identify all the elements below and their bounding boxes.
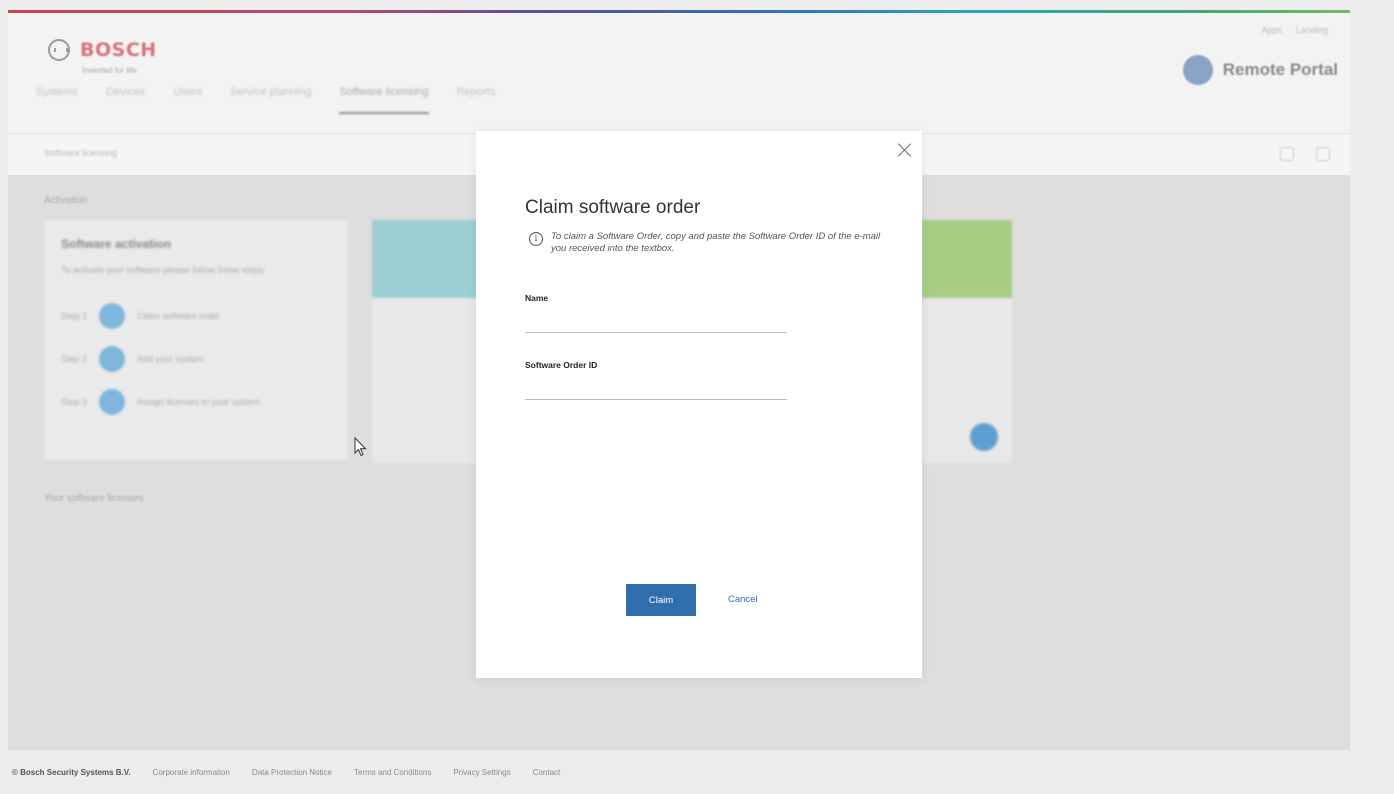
nav-item-users[interactable]: Users: [173, 86, 202, 114]
nav-item-service-planning[interactable]: Service planning: [230, 86, 311, 114]
copyright: © Bosch Security Systems B.V.: [12, 767, 131, 777]
step-label: Step 2: [61, 354, 88, 364]
step-icon: [99, 389, 126, 415]
close-icon[interactable]: [896, 141, 914, 159]
software-order-id-input[interactable]: [525, 378, 787, 400]
activation-card-subtitle: To activate your software please follow …: [61, 265, 267, 275]
name-label: Name: [525, 293, 549, 303]
portal-title: Remote Portal: [1182, 55, 1338, 85]
name-input[interactable]: [525, 311, 787, 333]
nav-item-reports[interactable]: Reports: [457, 86, 496, 114]
assign-license-card[interactable]: [922, 220, 1012, 463]
footer-link-data-protection[interactable]: Data Protection Notice: [252, 768, 332, 777]
bosch-logo[interactable]: BOSCH Invented for life: [48, 39, 157, 75]
step-text: Add your system: [137, 354, 205, 364]
footer-link-contact[interactable]: Contact: [533, 768, 561, 777]
step-text: Claim software order: [137, 311, 221, 321]
nav-item-systems[interactable]: Systems: [36, 86, 78, 114]
footer-link-corporate-information[interactable]: Corporate information: [153, 768, 230, 777]
nav-item-software-licensing[interactable]: Software licensing: [339, 86, 429, 114]
info-icon: i: [529, 232, 543, 246]
claim-order-card[interactable]: [372, 220, 482, 463]
software-order-id-label: Software Order ID: [525, 360, 598, 370]
activation-step[interactable]: Step 1 Claim software order: [61, 303, 220, 329]
step-icon: [99, 303, 126, 329]
search-icon[interactable]: [1316, 147, 1330, 161]
step-label: Step 3: [61, 397, 88, 407]
nav-item-devices[interactable]: Devices: [106, 86, 145, 114]
top-link-apps[interactable]: Apps: [1261, 25, 1282, 35]
brand-name: BOSCH: [80, 39, 157, 61]
info-message: i To claim a Software Order, copy and pa…: [529, 231, 889, 255]
cancel-link[interactable]: Cancel: [728, 594, 758, 605]
top-links: Apps Landing: [1261, 25, 1328, 35]
site-footer: © Bosch Security Systems B.V. Corporate …: [0, 750, 1394, 794]
card-header: [372, 220, 482, 298]
activation-step[interactable]: Step 2 Add your system: [61, 346, 204, 372]
section-title: Activation: [44, 195, 88, 206]
licenses-section-title: Your software licenses: [44, 493, 144, 504]
step-label: Step 1: [61, 311, 88, 321]
footer-link-terms[interactable]: Terms and Conditions: [354, 768, 431, 777]
remote-portal-icon: [1182, 55, 1213, 85]
claim-software-order-dialog: Claim software order i To claim a Softwa…: [476, 131, 922, 678]
step-icon: [99, 346, 126, 372]
activation-step[interactable]: Step 3 Assign licenses to your system: [61, 389, 260, 415]
step-text: Assign licenses to your system: [137, 397, 261, 407]
footer-link-privacy-settings[interactable]: Privacy Settings: [453, 768, 510, 777]
brand-slogan: Invented for life: [82, 66, 137, 75]
toolbar-tools: [1280, 147, 1330, 161]
portal-name: Remote Portal: [1222, 60, 1338, 79]
breadcrumb[interactable]: Software licensing: [44, 148, 117, 158]
claim-button[interactable]: Claim: [626, 584, 696, 616]
activation-card: Software activation To activate your sof…: [44, 220, 348, 460]
top-link-landing[interactable]: Landing: [1296, 25, 1328, 35]
main-nav: Systems Devices Users Service planning S…: [36, 86, 495, 114]
site-header: BOSCH Invented for life Apps Landing Rem…: [8, 13, 1350, 133]
info-text: To claim a Software Order, copy and past…: [551, 231, 881, 254]
dialog-title: Claim software order: [525, 197, 701, 218]
filter-icon[interactable]: [1280, 147, 1294, 161]
card-header: [922, 220, 1012, 298]
bosch-logo-icon: [48, 39, 70, 61]
card-action-button[interactable]: [970, 423, 998, 451]
mouse-cursor-icon: [354, 437, 367, 457]
activation-card-title: Software activation: [61, 237, 172, 251]
